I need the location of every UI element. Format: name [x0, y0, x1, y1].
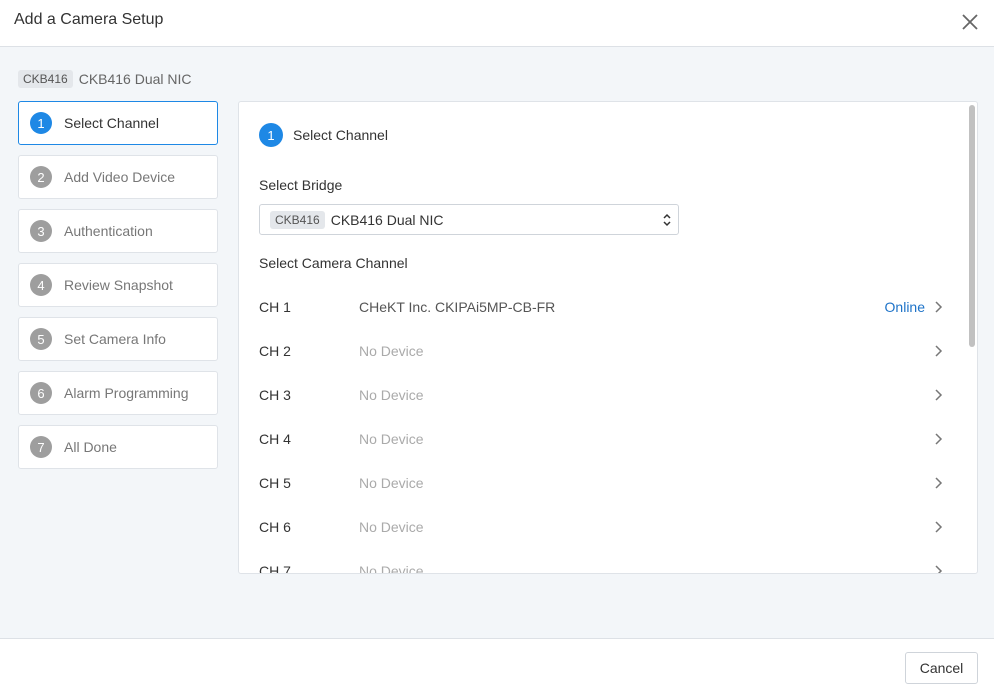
- step-number: 5: [30, 328, 52, 350]
- panel-title: Select Channel: [293, 127, 388, 143]
- step-number: 4: [30, 274, 52, 296]
- step-set-camera-info[interactable]: 5 Set Camera Info: [18, 317, 218, 361]
- panel-step-number: 1: [259, 123, 283, 147]
- step-authentication[interactable]: 3 Authentication: [18, 209, 218, 253]
- step-add-video-device[interactable]: 2 Add Video Device: [18, 155, 218, 199]
- bridge-name: CKB416 Dual NIC: [78, 71, 192, 87]
- step-number: 3: [30, 220, 52, 242]
- select-channel-panel: 1 Select Channel Select Bridge CKB416 CK…: [238, 101, 978, 574]
- chevron-right-icon: [935, 565, 943, 573]
- panel-scrollbar[interactable]: [968, 104, 976, 571]
- step-label: All Done: [64, 439, 117, 455]
- channel-name: CH 2: [259, 343, 291, 359]
- step-label: Select Channel: [64, 115, 159, 131]
- dialog-footer: Cancel: [0, 638, 994, 690]
- bridge-select-tag: CKB416: [270, 210, 325, 229]
- bridge-info: CKB416 CKB416 Dual NIC: [18, 69, 192, 89]
- step-number: 6: [30, 382, 52, 404]
- channel-row-ch6[interactable]: CH 6 No Device: [239, 505, 969, 549]
- dialog-header: Add a Camera Setup: [0, 0, 994, 47]
- close-icon[interactable]: [959, 11, 981, 33]
- select-camera-channel-label: Select Camera Channel: [259, 255, 408, 271]
- channel-device: No Device: [359, 343, 424, 359]
- channel-name: CH 6: [259, 519, 291, 535]
- channel-device: No Device: [359, 563, 424, 574]
- step-alarm-programming[interactable]: 6 Alarm Programming: [18, 371, 218, 415]
- step-number: 1: [30, 112, 52, 134]
- channel-name: CH 1: [259, 299, 291, 315]
- channel-name: CH 4: [259, 431, 291, 447]
- chevron-right-icon: [935, 521, 943, 533]
- step-all-done[interactable]: 7 All Done: [18, 425, 218, 469]
- channel-row-ch5[interactable]: CH 5 No Device: [239, 461, 969, 505]
- channel-name: CH 5: [259, 475, 291, 491]
- select-caret-icon: [663, 213, 671, 227]
- channel-row-ch1[interactable]: CH 1 CHeKT Inc. CKIPAi5MP-CB-FR Online: [239, 285, 969, 329]
- channel-status: Online: [884, 299, 925, 315]
- step-number: 2: [30, 166, 52, 188]
- dialog-title: Add a Camera Setup: [14, 11, 164, 28]
- channel-name: CH 3: [259, 387, 291, 403]
- chevron-right-icon: [935, 301, 943, 313]
- channel-device: CHeKT Inc. CKIPAi5MP-CB-FR: [359, 299, 556, 315]
- channel-list: CH 1 CHeKT Inc. CKIPAi5MP-CB-FR Online C…: [239, 285, 969, 574]
- channel-row-ch4[interactable]: CH 4 No Device: [239, 417, 969, 461]
- channel-name: CH 7: [259, 563, 291, 574]
- channel-row-ch3[interactable]: CH 3 No Device: [239, 373, 969, 417]
- step-label: Add Video Device: [64, 169, 176, 185]
- chevron-right-icon: [935, 389, 943, 401]
- channel-device: No Device: [359, 387, 424, 403]
- panel-heading: 1 Select Channel: [259, 123, 388, 147]
- step-number: 7: [30, 436, 52, 458]
- chevron-right-icon: [935, 345, 943, 357]
- cancel-button[interactable]: Cancel: [905, 652, 978, 684]
- channel-row-ch2[interactable]: CH 2 No Device: [239, 329, 969, 373]
- step-review-snapshot[interactable]: 4 Review Snapshot: [18, 263, 218, 307]
- channel-row-ch7[interactable]: CH 7 No Device: [239, 549, 969, 574]
- bridge-select-value: CKB416 Dual NIC: [330, 211, 444, 228]
- channel-device: No Device: [359, 431, 424, 447]
- scrollbar-thumb[interactable]: [969, 105, 975, 347]
- step-label: Alarm Programming: [64, 385, 189, 401]
- channel-device: No Device: [359, 519, 424, 535]
- bridge-model-tag: CKB416: [18, 70, 73, 88]
- step-label: Set Camera Info: [64, 331, 166, 347]
- step-label: Review Snapshot: [64, 277, 173, 293]
- channel-device: No Device: [359, 475, 424, 491]
- step-list: 1 Select Channel 2 Add Video Device 3 Au…: [18, 101, 218, 479]
- chevron-right-icon: [935, 477, 943, 489]
- select-bridge-label: Select Bridge: [259, 177, 343, 193]
- step-select-channel[interactable]: 1 Select Channel: [18, 101, 218, 145]
- bridge-select[interactable]: CKB416 CKB416 Dual NIC: [259, 204, 679, 235]
- chevron-right-icon: [935, 433, 943, 445]
- step-label: Authentication: [64, 223, 153, 239]
